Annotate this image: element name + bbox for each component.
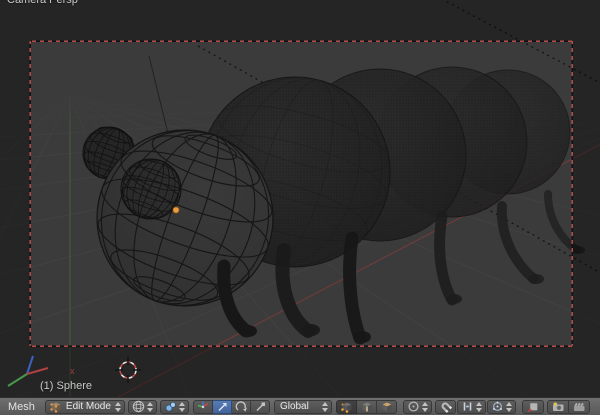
blender-window: x Camera Persp (1) Sphere Mesh Edit Mode…	[0, 0, 600, 415]
object-info-label: (1) Sphere	[40, 380, 92, 392]
manipulator-group	[192, 399, 270, 414]
viewport-header: Mesh Edit Mode Global	[0, 397, 600, 415]
manipulator-axes-icon	[197, 401, 208, 409]
edge-select-button[interactable]	[356, 399, 377, 414]
viewport-shading-dropdown[interactable]	[127, 399, 157, 414]
proportional-edit-dropdown[interactable]	[402, 399, 432, 414]
foot-2a	[302, 324, 320, 336]
rotate-manipulator-button[interactable]	[231, 399, 251, 414]
stepper-icon[interactable]	[178, 401, 185, 412]
mode-label: Edit Mode	[65, 401, 111, 412]
stepper-icon[interactable]	[114, 401, 121, 412]
snap-toggle-button[interactable]	[434, 399, 456, 414]
mode-dropdown[interactable]: Edit Mode	[44, 399, 125, 414]
3d-viewport-canvas[interactable]: x	[0, 0, 600, 397]
stepper-icon[interactable]	[146, 401, 153, 412]
foot-3	[446, 294, 462, 304]
mesh-menu[interactable]: Mesh	[8, 401, 35, 413]
vertex-select-icon	[341, 402, 352, 413]
opengl-render-still-button[interactable]	[546, 399, 569, 414]
scale-manipulator-button[interactable]	[250, 399, 270, 414]
edge-select-icon	[362, 402, 372, 412]
snap-target-dropdown[interactable]	[486, 399, 516, 414]
gizmo-x-label: x	[70, 366, 75, 376]
edit-mode-cube-icon	[50, 402, 61, 413]
stepper-icon[interactable]	[505, 401, 512, 412]
face-select-icon	[382, 402, 392, 412]
orientation-label: Global	[279, 401, 309, 412]
stepper-icon[interactable]	[321, 401, 328, 412]
snap-align-rotation-icon	[527, 402, 538, 412]
snap-element-dropdown[interactable]	[456, 399, 486, 414]
translate-manipulator-button[interactable]	[212, 399, 232, 414]
opengl-render-anim-button[interactable]	[568, 399, 590, 414]
foot-4	[528, 274, 544, 284]
foot-2b	[353, 331, 371, 343]
vertex-select-button[interactable]	[335, 399, 357, 414]
proportional-edit-off-icon	[408, 401, 419, 412]
manipulator-toggle-button[interactable]	[192, 399, 213, 414]
stepper-icon[interactable]	[475, 401, 482, 412]
snap-increment-icon	[463, 402, 472, 411]
wireframe-globe-icon	[132, 400, 145, 413]
rotate-arc-icon	[235, 401, 247, 412]
translate-arrow-icon	[218, 403, 227, 412]
pivot-point-dropdown[interactable]	[159, 399, 189, 414]
snap-align-rotation-button[interactable]	[521, 399, 544, 414]
scale-arrow-icon	[256, 402, 265, 411]
opengl-render-group	[546, 399, 590, 414]
face-select-button[interactable]	[376, 399, 397, 414]
view-name-label: Camera Persp	[7, 0, 78, 6]
3d-viewport[interactable]: x Camera Persp (1) Sphere	[0, 0, 600, 397]
opengl-render-anim-icon	[573, 403, 585, 411]
median-point-icon	[165, 401, 176, 412]
foot-head	[239, 325, 257, 337]
stepper-icon[interactable]	[421, 401, 428, 412]
snap-target-icon	[492, 401, 502, 411]
opengl-render-still-icon	[552, 402, 564, 411]
select-mode-group	[335, 399, 397, 414]
origin-dot	[172, 206, 180, 214]
transform-orientation-dropdown[interactable]: Global	[273, 399, 332, 414]
snap-magnet-icon	[441, 402, 452, 413]
